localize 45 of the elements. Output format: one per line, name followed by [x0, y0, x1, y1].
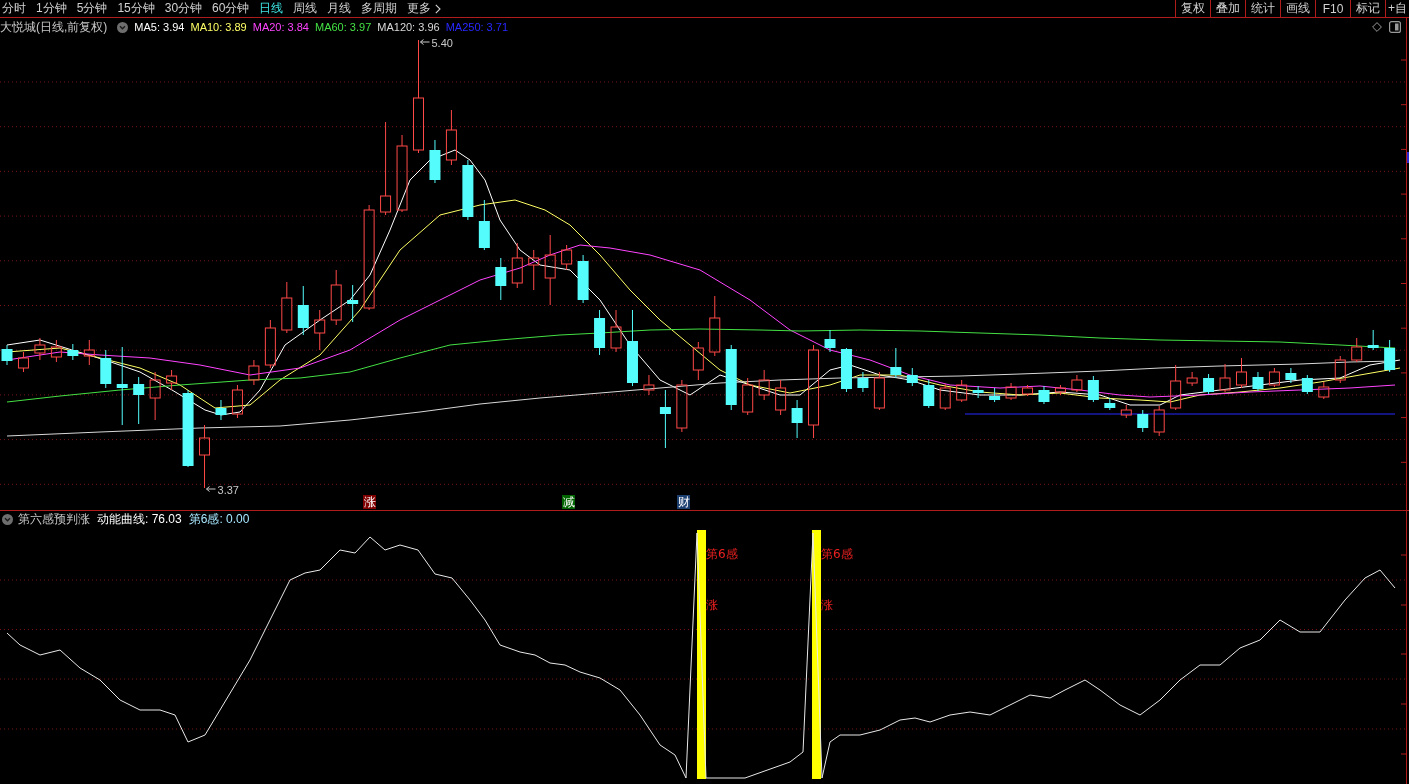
period-tab[interactable]: 60分钟 [207, 0, 255, 17]
signal-label: 第6感 [706, 547, 738, 561]
price-label: 5.40 [431, 37, 453, 49]
event-marker: 减 [562, 495, 575, 509]
toolbar-button[interactable]: 统计 [1245, 0, 1280, 17]
period-tab[interactable]: 30分钟 [159, 0, 208, 17]
ma-legend-label: MA5: 3.94 [134, 21, 185, 33]
dropdown-icon[interactable] [117, 21, 129, 33]
period-tab[interactable]: 1分钟 [31, 0, 72, 17]
leader-line [420, 39, 430, 45]
price-tag-marker [1407, 152, 1409, 163]
event-marker: 涨 [363, 495, 376, 509]
indicator-title: 第六感预判涨 [18, 510, 90, 528]
price-label: 3.37 [217, 484, 239, 496]
toolbar-button[interactable]: 叠加 [1210, 0, 1245, 17]
period-tab[interactable]: 更多 [402, 0, 447, 17]
ma-legend-label: MA10: 3.89 [190, 21, 247, 33]
indicator-value: 第6感: 0.00 [188, 510, 250, 528]
period-tab[interactable]: 15分钟 [112, 0, 160, 17]
period-tab[interactable]: 多周期 [356, 0, 403, 17]
indicator-value: 动能曲线: 76.03 [97, 510, 182, 528]
leader-line [206, 486, 216, 492]
period-tab[interactable]: 分时 [0, 0, 31, 17]
diamond-icon[interactable] [1372, 22, 1382, 32]
toolbar-button[interactable]: 标记 [1350, 0, 1385, 17]
toolbar-button[interactable]: 复权 [1175, 0, 1210, 17]
period-tab[interactable]: 5分钟 [71, 0, 113, 17]
signal-label: 涨 [706, 598, 718, 612]
toolbar-button[interactable]: F10 [1315, 0, 1350, 17]
ma-legend-label: MA120: 3.96 [377, 21, 440, 33]
signal-label: 涨 [821, 598, 833, 612]
ma-legend-label: MA60: 3.97 [315, 21, 372, 33]
chart-title: 大悦城(日线,前复权) [0, 18, 108, 36]
ma-legend-label: MA20: 3.84 [252, 21, 309, 33]
panel-toggle-icon[interactable] [1389, 21, 1401, 33]
toolbar-button[interactable]: 画线 [1280, 0, 1315, 17]
dropdown-icon[interactable] [2, 513, 13, 525]
period-tab[interactable]: 周线 [288, 0, 323, 17]
period-tab[interactable]: 日线 [254, 0, 289, 17]
event-marker: 财 [677, 495, 690, 509]
chevron-icon [435, 3, 442, 14]
period-tab[interactable]: 月线 [322, 0, 357, 17]
toolbar-button[interactable]: +自 [1385, 0, 1409, 17]
signal-label: 第6感 [821, 547, 853, 561]
ma-legend-label: MA250: 3.71 [445, 21, 508, 33]
